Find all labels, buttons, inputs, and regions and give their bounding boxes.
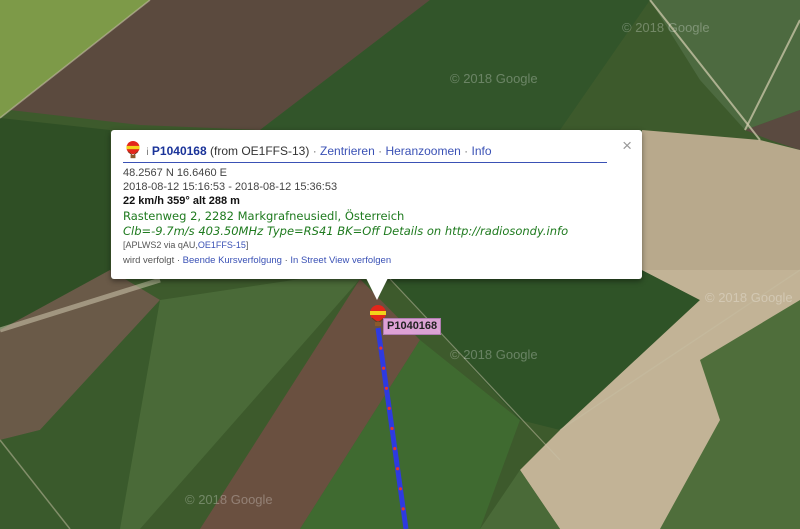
close-icon[interactable]: × (622, 136, 632, 156)
from-text: (from OE1FFS-13) (210, 144, 310, 158)
map-watermark: © 2018 Google (185, 492, 273, 507)
marker-callsign-label[interactable]: P1040168 (383, 318, 442, 335)
popup-header: i P1040168 (from OE1FFS-13) · Zentrieren… (125, 141, 492, 162)
map-watermark: © 2018 Google (450, 71, 538, 86)
follow-status-text: wird verfolgt (123, 255, 175, 266)
track-point (387, 406, 391, 410)
info-popup: × i P1040168 (from OE1FFS-13) · Zentrier… (111, 130, 642, 300)
track-point (398, 487, 402, 491)
track-point (379, 346, 383, 350)
map-watermark: © 2018 Google (622, 20, 710, 35)
popup-tail (366, 278, 388, 300)
street-view-link[interactable]: In Street View verfolgen (290, 255, 391, 266)
track-point (401, 507, 405, 511)
separator: · (464, 144, 469, 158)
zoom-in-link[interactable]: Heranzoomen (385, 144, 460, 158)
map-watermark: © 2018 Google (450, 347, 538, 362)
callsign-link[interactable]: P1040168 (152, 144, 207, 158)
map-watermark: © 2018 Google (705, 290, 793, 305)
separator: · (378, 144, 383, 158)
track-point (384, 386, 388, 390)
speed-altitude: 22 km/h 359° alt 288 m (123, 195, 240, 207)
track-point (396, 467, 400, 471)
track-point (390, 426, 394, 431)
time-range: 2018-08-12 15:16:53 - 2018-08-12 15:36:5… (123, 181, 338, 193)
info-prefix-link[interactable]: i (146, 147, 148, 158)
center-link[interactable]: Zentrieren (320, 144, 375, 158)
track-point (382, 366, 386, 370)
header-divider (123, 162, 607, 163)
follow-status: wird verfolgt · Beende Kursverfolgung · … (123, 255, 391, 266)
address: Rastenweg 2, 2282 Markgrafneusiedl, Öste… (123, 209, 405, 223)
separator: · (284, 255, 288, 266)
coordinates: 48.2567 N 16.6460 E (123, 167, 227, 179)
stop-follow-link[interactable]: Beende Kursverfolgung (183, 255, 282, 266)
igate-link[interactable]: OE1FFS-15 (198, 240, 246, 250)
packet-comment: Clb=-9.7m/s 403.50MHz Type=RS41 BK=Off D… (123, 224, 569, 238)
info-link[interactable]: Info (472, 144, 492, 158)
separator: · (312, 144, 317, 158)
path-suffix: ] (245, 240, 249, 250)
balloon-icon (125, 141, 141, 162)
separator: · (176, 255, 181, 266)
path-prefix: [APLWS2 via qAU, (123, 240, 198, 250)
packet-path: [APLWS2 via qAU,OE1FFS-15] (123, 240, 248, 250)
track-point (393, 447, 397, 451)
